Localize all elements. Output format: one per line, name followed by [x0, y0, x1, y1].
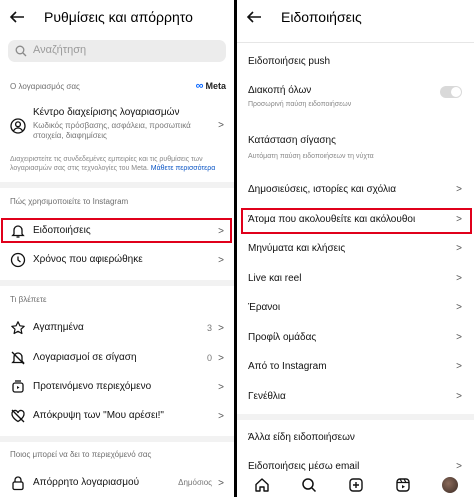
search-icon	[15, 45, 27, 57]
chevron-right-icon: >	[456, 273, 462, 284]
search-input[interactable]: Αναζήτηση	[8, 40, 226, 62]
category-label: Γενέθλια	[248, 391, 286, 402]
create-icon[interactable]	[348, 477, 364, 493]
chevron-right-icon: >	[218, 353, 224, 364]
settings-panel: Ρυθμίσεις και απόρρητο Αναζήτηση Ο λογαρ…	[0, 0, 234, 497]
chevron-right-icon: >	[218, 120, 224, 131]
hide-likes-label: Απόκρυψη των "Μου αρέσει!"	[33, 410, 164, 421]
time-spent-row[interactable]: Χρόνος που αφιερώθηκε >	[0, 247, 234, 273]
section-divider	[0, 182, 234, 188]
how-you-use-label: Πώς χρησιμοποιείτε το Instagram	[10, 197, 129, 206]
notification-category-row[interactable]: Έρανοι >	[237, 297, 474, 319]
pause-all-row[interactable]: Διακοπή όλων	[237, 80, 474, 102]
section-divider	[0, 280, 234, 286]
category-label: Έρανοι	[248, 302, 281, 313]
what-you-see-label: Τι βλέπετε	[10, 295, 47, 304]
chevron-right-icon: >	[456, 361, 462, 372]
favorites-count: 3	[206, 323, 212, 333]
meta-logo: ∞ Meta	[195, 80, 226, 92]
muted-accounts-label: Λογαριασμοί σε σίγαση	[33, 352, 137, 363]
lock-icon	[12, 476, 24, 491]
reels-icon[interactable]	[395, 477, 411, 493]
notifications-panel: Ειδοποιήσεις Ειδοποιήσεις push Διακοπή ό…	[237, 0, 474, 497]
chevron-right-icon: >	[218, 411, 224, 422]
notifications-header: Ειδοποιήσεις	[237, 0, 474, 34]
pause-all-sub: Προσωρινή παύση ειδοποιήσεων	[248, 101, 352, 108]
time-spent-label: Χρόνος που αφιερώθηκε	[33, 254, 143, 265]
star-icon	[11, 321, 25, 335]
section-divider	[0, 436, 234, 442]
back-arrow-icon[interactable]	[245, 8, 263, 26]
clock-icon	[10, 252, 26, 268]
notification-category-row[interactable]: Live και reel >	[237, 268, 474, 290]
section-divider	[237, 414, 474, 420]
category-label: Προφίλ ομάδας	[248, 332, 317, 343]
pause-all-label: Διακοπή όλων	[248, 85, 312, 96]
chevron-right-icon: >	[218, 323, 224, 334]
meta-infinity-icon: ∞	[195, 80, 204, 92]
chevron-right-icon: >	[456, 461, 462, 472]
notification-category-row[interactable]: Προφίλ ομάδας >	[237, 327, 474, 349]
page-title: Ειδοποιήσεις	[281, 9, 362, 25]
email-notifications-label: Ειδοποιήσεις μέσω email	[248, 461, 360, 472]
chevron-right-icon: >	[218, 382, 224, 393]
hide-likes-row[interactable]: Απόκρυψη των "Μου αρέσει!" >	[0, 403, 234, 429]
private-account-value: Δημόσιος	[178, 478, 212, 487]
other-types-label: Άλλα είδη ειδοποιήσεων	[248, 432, 355, 443]
push-notifications-label: Ειδοποιήσεις push	[248, 56, 331, 67]
quiet-mode-sub: Αυτόματη παύση ειδοποιήσεων τη νύχτα	[248, 153, 374, 160]
quiet-mode-row[interactable]: Κατάσταση σίγασης	[237, 130, 474, 152]
following-highlight	[241, 208, 472, 234]
chevron-right-icon: >	[456, 243, 462, 254]
category-label: Από το Instagram	[248, 361, 327, 372]
category-label: Δημοσιεύσεις, ιστορίες και σχόλια	[248, 184, 397, 195]
profile-avatar[interactable]	[442, 477, 458, 493]
account-center-subtitle: Κωδικός πρόσβασης, ασφάλεια, προσωπικά σ…	[33, 121, 191, 140]
who-can-see-label: Ποιος μπορεί να δει το περιεχόμενό σας	[10, 450, 152, 459]
chevron-right-icon: >	[218, 478, 224, 489]
notification-category-row[interactable]: Μηνύματα και κλήσεις >	[237, 238, 474, 260]
search-icon[interactable]	[301, 477, 317, 493]
favorites-row[interactable]: Αγαπημένα 3 >	[0, 315, 234, 341]
account-section-label: Ο λογαριασμός σας	[10, 82, 80, 91]
private-account-label: Απόρρητο λογαριασμού	[33, 477, 140, 488]
private-account-row[interactable]: Απόρρητο λογαριασμού Δημόσιος >	[0, 470, 234, 496]
account-center-row[interactable]: Κέντρο διαχείρισης λογαριασμών Κωδικός π…	[0, 104, 234, 148]
learn-more-link[interactable]: Μάθετε περισσότερα	[151, 165, 216, 172]
category-label: Μηνύματα και κλήσεις	[248, 243, 346, 254]
account-center-title: Κέντρο διαχείρισης λογαριασμών	[33, 107, 180, 118]
heart-off-icon	[11, 409, 25, 423]
notification-category-row[interactable]: Γενέθλια >	[237, 386, 474, 408]
push-notifications-row[interactable]: Ειδοποιήσεις push	[237, 51, 474, 73]
back-arrow-icon[interactable]	[8, 8, 26, 26]
bell-off-icon	[11, 351, 25, 365]
quiet-mode-label: Κατάσταση σίγασης	[248, 135, 336, 146]
suggested-content-label: Προτεινόμενο περιεχόμενο	[33, 381, 152, 392]
chevron-right-icon: >	[456, 332, 462, 343]
category-label: Live και reel	[248, 273, 302, 284]
notification-category-row[interactable]: Δημοσιεύσεις, ιστορίες και σχόλια >	[237, 179, 474, 201]
muted-count: 0	[206, 353, 212, 363]
suggested-content-icon	[12, 380, 24, 393]
chevron-right-icon: >	[456, 184, 462, 195]
notifications-highlight	[1, 218, 232, 243]
chevron-right-icon: >	[456, 302, 462, 313]
chevron-right-icon: >	[456, 391, 462, 402]
home-icon[interactable]	[254, 477, 270, 493]
person-circle-icon	[10, 118, 26, 134]
chevron-right-icon: >	[218, 255, 224, 266]
notification-category-row[interactable]: Από το Instagram >	[237, 356, 474, 378]
account-note: Διαχειριστείτε τις συνδεδεμένες εμπειρίε…	[10, 156, 216, 172]
settings-header: Ρυθμίσεις και απόρρητο	[0, 0, 234, 34]
bottom-nav	[237, 473, 474, 497]
header-divider	[237, 42, 474, 43]
suggested-content-row[interactable]: Προτεινόμενο περιεχόμενο >	[0, 374, 234, 400]
page-title: Ρυθμίσεις και απόρρητο	[44, 9, 193, 25]
pause-all-toggle[interactable]	[440, 86, 462, 98]
other-types-row[interactable]: Άλλα είδη ειδοποιήσεων	[237, 427, 474, 449]
search-placeholder: Αναζήτηση	[33, 44, 87, 56]
favorites-label: Αγαπημένα	[33, 322, 84, 333]
muted-accounts-row[interactable]: Λογαριασμοί σε σίγαση 0 >	[0, 345, 234, 371]
